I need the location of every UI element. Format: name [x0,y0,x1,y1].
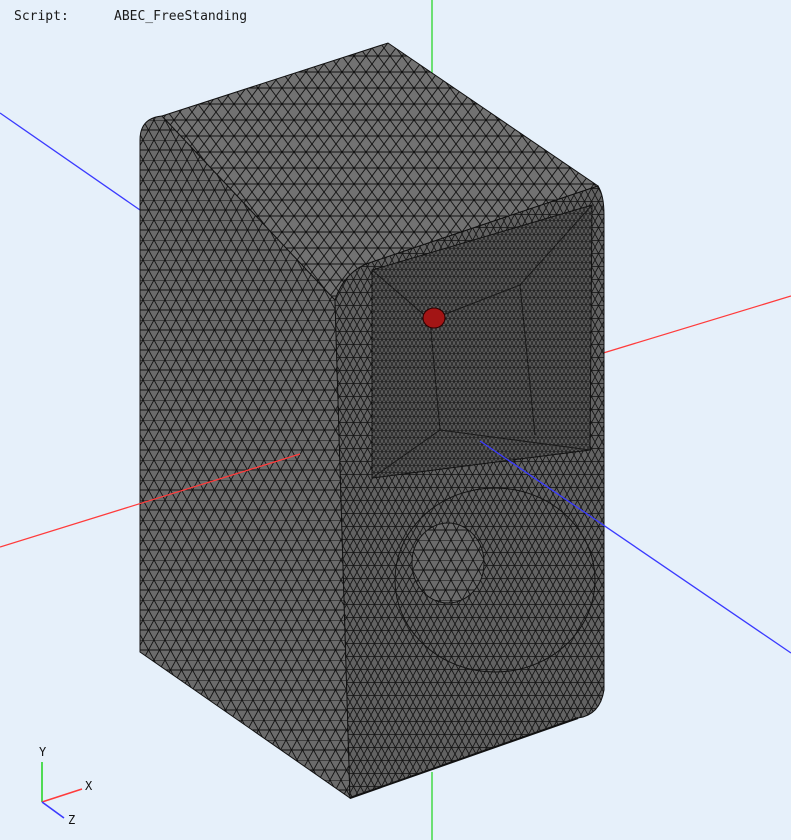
triad-x-label: X [85,779,93,793]
orientation-triad: Y X Z [39,745,93,827]
triad-y-label: Y [39,745,47,759]
triad-z-label: Z [68,813,75,827]
z-axis-line-back [0,112,141,211]
scene-canvas[interactable]: Y X Z [0,0,791,840]
x-axis-line-right [599,295,791,355]
woofer-dust-cap [411,522,485,604]
triad-x-axis [41,788,83,803]
triad-z-axis [41,801,65,819]
3d-viewport[interactable]: Script: ABEC_FreeStanding Y X Z [0,0,791,840]
driver-source-patch [422,307,446,329]
